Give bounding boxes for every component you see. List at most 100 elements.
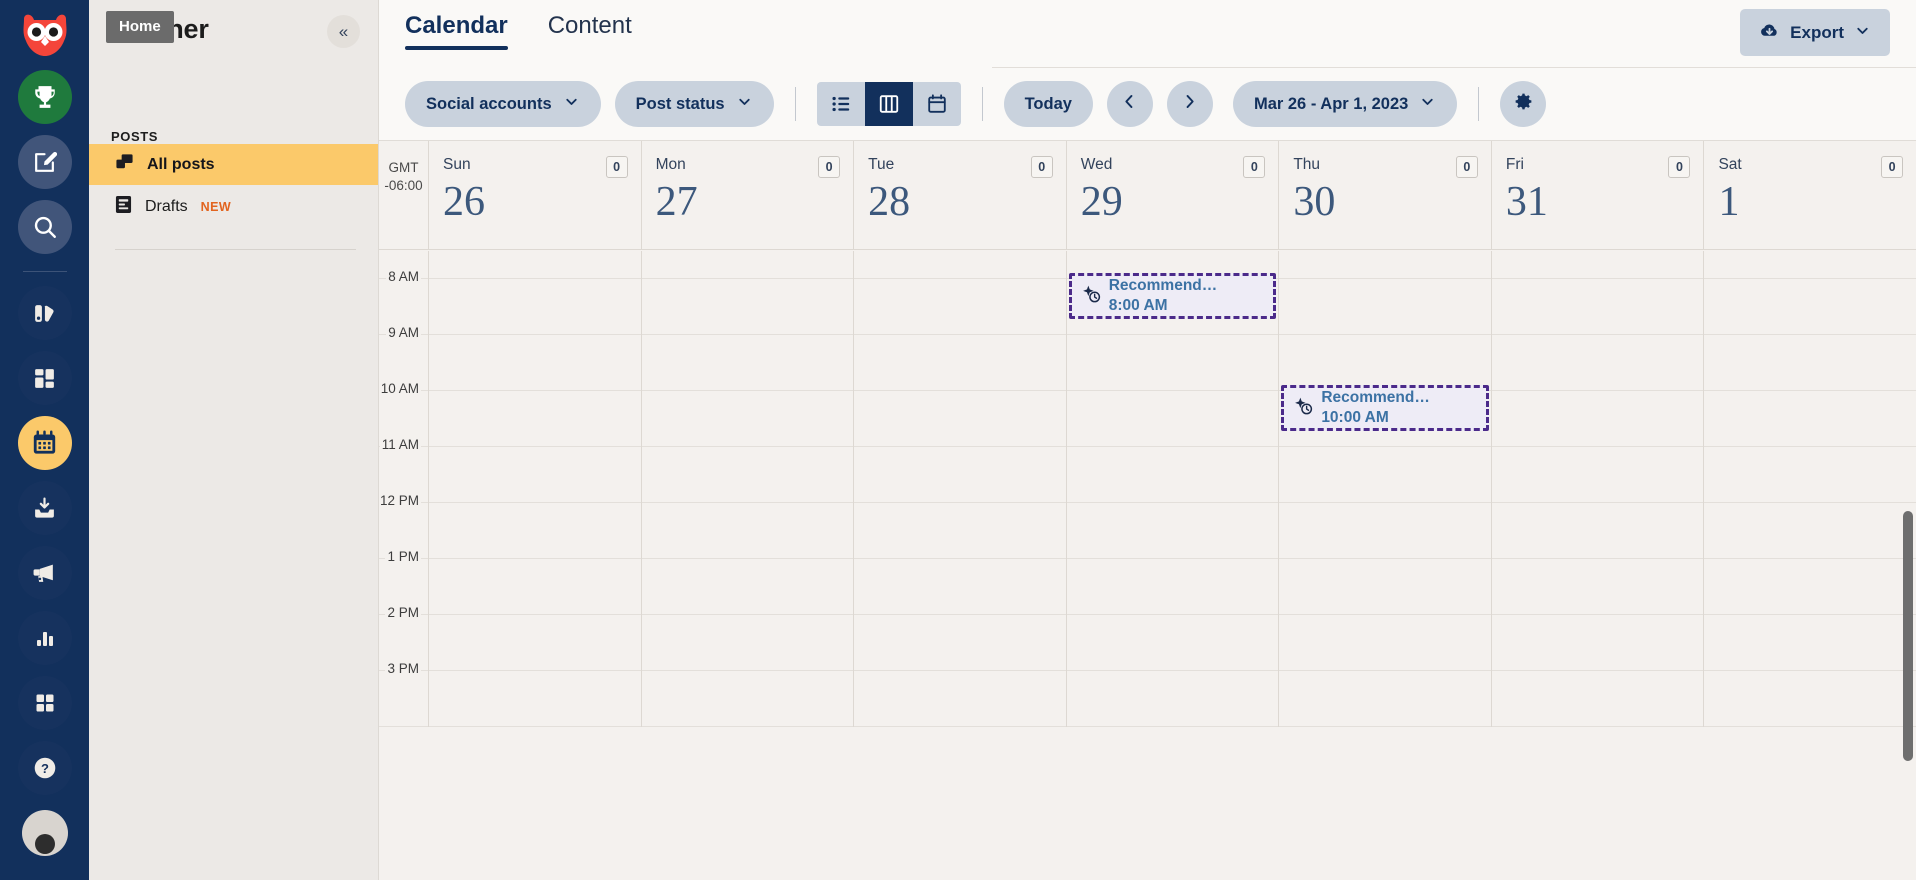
day-column-fri[interactable]: [1491, 251, 1705, 727]
grid-cell[interactable]: [1491, 251, 1704, 279]
grid-cell[interactable]: [429, 391, 641, 447]
help-question-icon[interactable]: ?: [17, 741, 72, 795]
grid-cell[interactable]: [1066, 671, 1279, 727]
grid-cell[interactable]: [1491, 391, 1704, 447]
analytics-bars-icon[interactable]: [17, 611, 72, 665]
grid-cell[interactable]: [854, 391, 1066, 447]
grid-cell[interactable]: [641, 503, 854, 559]
grid-cell[interactable]: [641, 671, 854, 727]
grid-cell[interactable]: [1491, 671, 1704, 727]
sidebar-item-all-posts[interactable]: All posts: [89, 144, 378, 185]
grid-cell[interactable]: [429, 615, 641, 671]
grid-cell[interactable]: [1704, 615, 1916, 671]
grid-cell[interactable]: [854, 615, 1066, 671]
collapse-panel-button[interactable]: «: [327, 15, 360, 48]
grid-cell[interactable]: [429, 335, 641, 391]
grid-cell[interactable]: [1279, 335, 1491, 391]
grid-cell[interactable]: [854, 559, 1066, 615]
grid-cell[interactable]: [1491, 615, 1704, 671]
grid-cell[interactable]: [1066, 447, 1279, 503]
day-column-thu[interactable]: Recommend… 10:00 AM: [1279, 251, 1492, 727]
post-status-filter[interactable]: Post status: [614, 81, 774, 127]
streams-icon[interactable]: [17, 286, 72, 340]
grid-cell[interactable]: [1704, 503, 1916, 559]
grid-cell[interactable]: [1491, 279, 1704, 335]
grid-cell[interactable]: [1066, 335, 1279, 391]
grid-cell[interactable]: [1279, 447, 1491, 503]
day-column-tue[interactable]: [854, 251, 1067, 727]
grid-cell[interactable]: [1279, 559, 1491, 615]
grid-cell[interactable]: [1704, 559, 1916, 615]
grid-cell[interactable]: [1066, 391, 1279, 447]
day-column-mon[interactable]: [641, 251, 855, 727]
week-columns-view-icon[interactable]: [864, 82, 913, 126]
month-calendar-view-icon[interactable]: [912, 82, 961, 126]
day-column-sun[interactable]: [429, 251, 642, 727]
trophy-icon[interactable]: [17, 70, 72, 124]
grid-cell[interactable]: [1704, 671, 1916, 727]
grid-cell[interactable]: [641, 335, 854, 391]
grid-cell[interactable]: [641, 279, 854, 335]
grid-cell[interactable]: [854, 251, 1066, 279]
social-accounts-filter[interactable]: Social accounts: [405, 81, 601, 127]
grid-cell[interactable]: [854, 447, 1066, 503]
grid-cell[interactable]: [1491, 503, 1704, 559]
date-range-selector[interactable]: Mar 26 - Apr 1, 2023: [1232, 81, 1458, 127]
list-view-icon[interactable]: [816, 82, 865, 126]
grid-cell[interactable]: [641, 251, 854, 279]
grid-cell[interactable]: [854, 279, 1066, 335]
day-column-sat[interactable]: [1704, 251, 1916, 727]
grid-cell[interactable]: [1704, 279, 1916, 335]
tab-calendar[interactable]: Calendar: [405, 12, 508, 50]
sidebar-item-drafts[interactable]: Drafts NEW: [89, 186, 378, 227]
grid-cell[interactable]: [1279, 615, 1491, 671]
grid-cell[interactable]: [641, 447, 854, 503]
grid-cell[interactable]: [429, 447, 641, 503]
grid-cell[interactable]: [429, 503, 641, 559]
grid-cell[interactable]: [641, 615, 854, 671]
rail-divider: [22, 271, 67, 272]
calendar-event[interactable]: Recommend… 8:00 AM: [1068, 273, 1277, 319]
grid-cell[interactable]: [429, 671, 641, 727]
grid-cell[interactable]: [1066, 559, 1279, 615]
grid-cell[interactable]: [429, 251, 641, 279]
grid-cell[interactable]: [641, 391, 854, 447]
grid-cell[interactable]: [1491, 335, 1704, 391]
prev-period-button[interactable]: [1106, 81, 1153, 127]
day-column-wed[interactable]: Recommend… 8:00 AM: [1066, 251, 1280, 727]
today-button[interactable]: Today: [1003, 81, 1093, 127]
grid-cell[interactable]: [429, 279, 641, 335]
calendar-settings-button[interactable]: [1500, 81, 1547, 127]
grid-cell[interactable]: [1491, 559, 1704, 615]
grid-cell[interactable]: [1066, 503, 1279, 559]
grid-cell[interactable]: [1279, 279, 1491, 335]
grid-cell[interactable]: [1491, 447, 1704, 503]
compose-icon[interactable]: [17, 135, 72, 189]
grid-cell[interactable]: [854, 671, 1066, 727]
grid-cell[interactable]: [1704, 335, 1916, 391]
grid-cell[interactable]: [1066, 615, 1279, 671]
apps-grid-icon[interactable]: [17, 676, 72, 730]
grid-cell[interactable]: [1704, 391, 1916, 447]
grid-cell[interactable]: [854, 503, 1066, 559]
grid-cell[interactable]: [1704, 251, 1916, 279]
next-period-button[interactable]: [1166, 81, 1213, 127]
grid-cell[interactable]: [1279, 671, 1491, 727]
inbox-grid-icon[interactable]: [17, 351, 72, 405]
export-button[interactable]: Export: [1740, 9, 1890, 56]
vertical-scrollbar-thumb[interactable]: [1903, 511, 1913, 761]
calendar-icon[interactable]: [17, 416, 72, 470]
grid-cell[interactable]: [641, 559, 854, 615]
grid-cell[interactable]: [429, 559, 641, 615]
tab-content[interactable]: Content: [548, 12, 632, 50]
user-avatar[interactable]: [21, 810, 68, 856]
grid-cell[interactable]: [1279, 503, 1491, 559]
grid-cell[interactable]: [854, 335, 1066, 391]
megaphone-icon[interactable]: [17, 546, 72, 600]
content-tray-icon[interactable]: [17, 481, 72, 535]
grid-cell[interactable]: [1279, 251, 1491, 279]
grid-cell[interactable]: [1704, 447, 1916, 503]
owl-logo-icon[interactable]: [18, 8, 72, 62]
calendar-event[interactable]: Recommend… 10:00 AM: [1281, 385, 1489, 431]
search-icon[interactable]: [17, 200, 72, 254]
